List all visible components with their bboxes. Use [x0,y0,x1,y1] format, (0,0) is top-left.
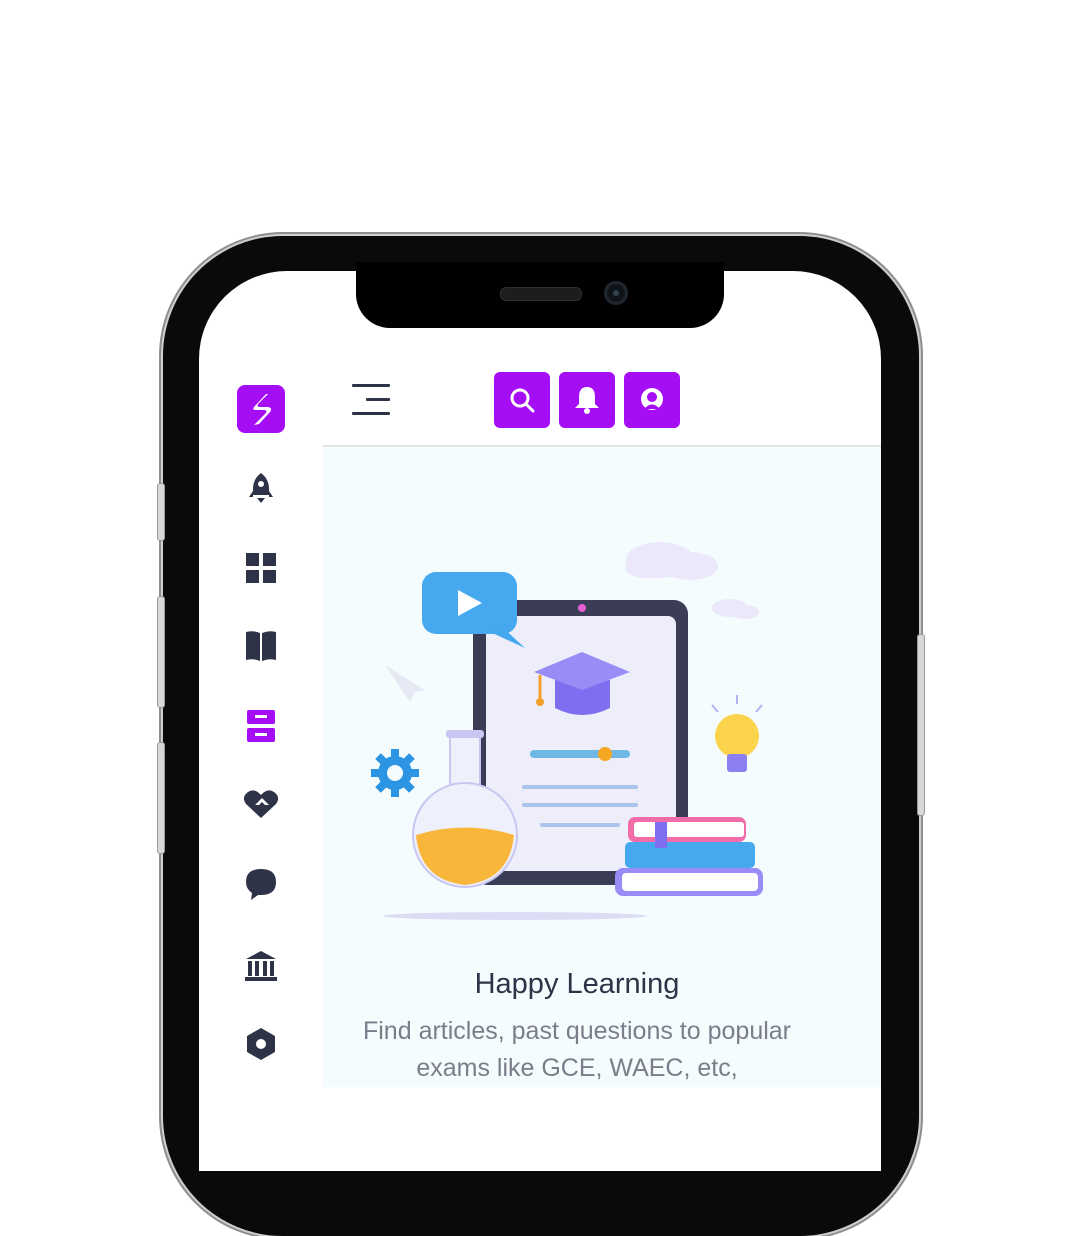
search-icon [510,388,535,413]
sidebar-item-library[interactable] [241,626,281,666]
e-learning-tablet-illustration [371,542,763,920]
book-icon [246,631,276,661]
lightbulb-icon [711,695,763,772]
bell-icon [575,387,599,414]
search-button[interactable] [494,372,550,428]
settings-hex-icon [247,1028,275,1060]
sidebar-item-archive[interactable] [241,706,281,746]
handshake-icon [243,790,279,818]
front-camera [604,281,628,305]
archive-icon [247,710,275,742]
books-icon [615,817,763,896]
progress-track [530,750,630,758]
sidebar-item-dashboard[interactable] [241,548,281,588]
rocket-icon [249,473,273,503]
volume-down-button [157,742,165,854]
sidebar-item-messages[interactable] [241,864,281,904]
menu-button[interactable] [350,380,392,420]
institution-icon [245,951,277,981]
power-button [917,634,925,816]
menu-icon [352,384,390,415]
sidebar-item-partners[interactable] [241,784,281,824]
mute-switch [157,483,165,541]
profile-icon [641,388,663,410]
sidebar-item-settings[interactable] [241,1024,281,1064]
brand-s-logo [253,394,272,425]
sidebar-item-launch[interactable] [241,468,281,508]
chat-icon [246,869,276,900]
grid-icon [246,553,276,583]
paper-plane-icon [385,665,425,702]
hero-title: Happy Learning [474,968,680,1000]
sidebar-item-institutions[interactable] [241,946,281,986]
gear-icon [371,749,419,797]
hero-description: Find articles, past questions to popular… [362,1017,791,1082]
volume-up-button [157,596,165,708]
profile-button[interactable] [624,372,680,428]
speaker-grille [500,287,582,301]
app-logo[interactable] [237,385,285,433]
notifications-button[interactable] [559,372,615,428]
